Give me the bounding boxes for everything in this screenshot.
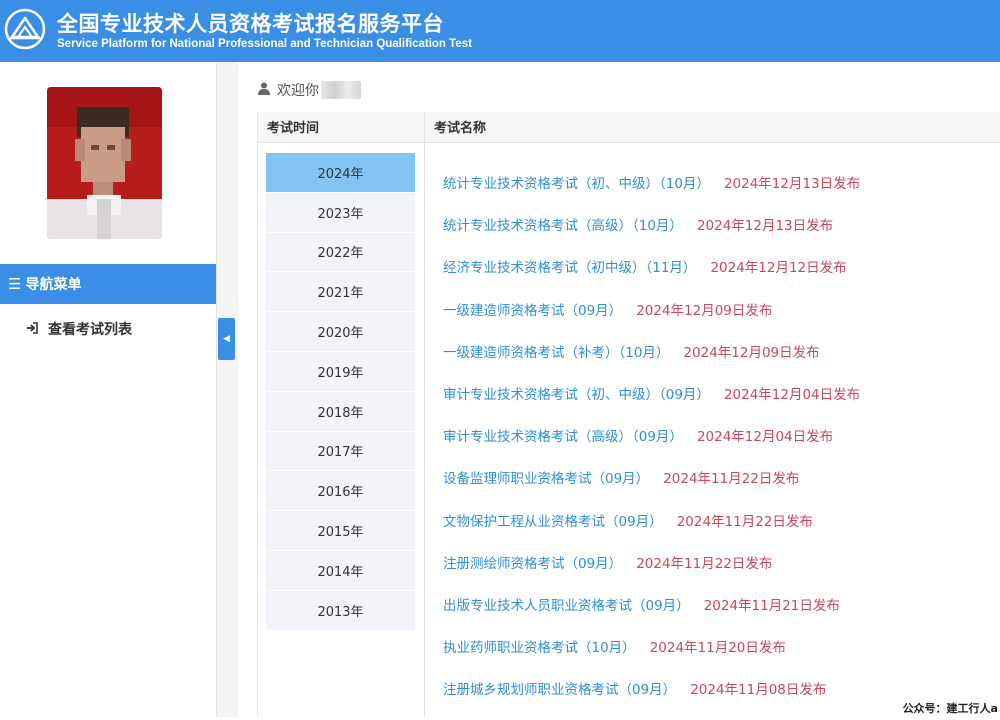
column-header-time: 考试时间: [267, 121, 320, 136]
year-item-2019[interactable]: 2019年: [266, 351, 415, 392]
exam-name-link[interactable]: 审计专业技术资格考试（初、中级）（09月）: [443, 383, 710, 403]
exam-list: 统计专业技术资格考试（初、中级）（10月） 2024年12月13日发布 统计专业技…: [443, 172, 998, 720]
redacted-username: [321, 81, 361, 99]
sidebar-item-label: 查看考试列表: [48, 322, 132, 338]
exam-name-link[interactable]: 经济专业技术资格考试（初中级）（11月）: [443, 256, 696, 276]
year-item-2021[interactable]: 2021年: [266, 272, 415, 313]
avatar: [47, 87, 162, 239]
list-item[interactable]: 经济专业技术资格考试（初中级）（11月） 2024年12月12日发布: [443, 256, 998, 298]
exam-publish-date: 2024年12月09日发布: [636, 302, 773, 319]
sign-in-icon: [26, 321, 38, 337]
welcome-label: 欢迎你: [277, 83, 319, 99]
exam-name-link[interactable]: 注册测绘师资格考试（09月）: [443, 552, 622, 572]
list-item[interactable]: 设备监理师职业资格考试（09月） 2024年11月22日发布: [443, 467, 998, 509]
column-header-name: 考试名称: [434, 121, 487, 136]
welcome-bar: 欢迎你: [258, 80, 361, 100]
exam-publish-date: 2024年12月13日发布: [696, 218, 834, 235]
table-left-border: [257, 112, 258, 717]
exam-publish-date: 2024年11月08日发布: [690, 682, 827, 699]
table-header: 考试时间 考试名称: [258, 112, 1000, 143]
year-item-2018[interactable]: 2018年: [266, 391, 415, 432]
sidebar-item-exam-list[interactable]: 查看考试列表: [26, 317, 132, 341]
exam-publish-date: 2024年12月09日发布: [683, 344, 820, 361]
sidebar-collapse-button[interactable]: ◀: [218, 318, 235, 360]
exam-publish-date: 2024年11月20日发布: [649, 640, 786, 657]
column-divider: [424, 112, 425, 717]
year-item-2013[interactable]: 2013年: [266, 590, 415, 631]
exam-name-link[interactable]: 审计专业技术资格考试（高级）（09月）: [443, 425, 683, 445]
year-item-2014[interactable]: 2014年: [266, 550, 415, 591]
year-item-2022[interactable]: 2022年: [266, 232, 415, 273]
year-item-2023[interactable]: 2023年: [266, 192, 415, 233]
menu-bars-icon: ☰: [8, 275, 22, 293]
list-item[interactable]: 审计专业技术资格考试（初、中级）（09月） 2024年12月04日发布: [443, 383, 998, 425]
exam-publish-date: 2024年11月21日发布: [703, 597, 840, 614]
exam-name-link[interactable]: 一级建造师资格考试（补考）（10月）: [443, 341, 669, 361]
user-icon: [258, 82, 270, 99]
exam-publish-date: 2024年11月22日发布: [676, 513, 813, 530]
year-item-2016[interactable]: 2016年: [266, 471, 415, 512]
list-item[interactable]: 执业药师职业资格考试（10月） 2024年11月20日发布: [443, 636, 998, 678]
exam-publish-date: 2024年12月12日发布: [710, 260, 847, 277]
exam-name-link[interactable]: 执业药师职业资格考试（10月）: [443, 636, 636, 656]
exam-publish-date: 2024年12月13日发布: [723, 176, 861, 192]
list-item[interactable]: 注册测绘师资格考试（09月） 2024年11月22日发布: [443, 552, 998, 594]
year-item-2017[interactable]: 2017年: [266, 431, 415, 472]
list-item[interactable]: 一级建造师资格考试（09月） 2024年12月09日发布: [443, 299, 998, 341]
exam-name-link[interactable]: 文物保护工程从业资格考试（09月）: [443, 510, 663, 530]
caret-left-icon: ◀: [223, 334, 230, 344]
exam-name-link[interactable]: 统计专业技术资格考试（初、中级）（10月）: [443, 172, 710, 192]
exam-publish-date: 2024年11月22日发布: [636, 555, 773, 572]
year-item-2020[interactable]: 2020年: [266, 312, 415, 352]
list-item[interactable]: 统计专业技术资格考试（初、中级）（10月） 2024年12月13日发布: [443, 172, 998, 214]
exam-name-link[interactable]: 出版专业技术人员职业资格考试（09月）: [443, 594, 690, 614]
list-item[interactable]: 审计专业技术资格考试（高级）（09月） 2024年12月04日发布: [443, 425, 998, 467]
nav-menu-header: ☰ 导航菜单: [0, 264, 216, 304]
exam-name-link[interactable]: 统计专业技术资格考试（高级）（10月）: [443, 214, 683, 234]
nav-menu-title: 导航菜单: [25, 277, 82, 293]
top-header: 全国专业技术人员资格考试报名服务平台 Service Platform for …: [0, 0, 1000, 62]
exam-publish-date: 2024年12月04日发布: [723, 386, 861, 403]
list-item[interactable]: 统计专业技术资格考试（高级）（10月） 2024年12月13日发布: [443, 214, 998, 256]
left-sidebar: ☰ 导航菜单 查看考试列表: [0, 62, 217, 717]
sidebar-gutter: [217, 62, 238, 717]
year-item-2024[interactable]: 2024年: [266, 153, 415, 193]
year-list: 2024年 2023年 2022年 2021年 2020年 2019年 2018…: [266, 153, 415, 631]
exam-name-link[interactable]: 设备监理师职业资格考试（09月）: [443, 467, 649, 487]
platform-subtitle: Service Platform for National Profession…: [57, 38, 472, 50]
exam-name-link[interactable]: 注册城乡规划师职业资格考试（09月）: [443, 678, 676, 698]
exam-publish-date: 2024年11月22日发布: [663, 471, 800, 488]
year-item-2015[interactable]: 2015年: [266, 511, 415, 551]
list-item[interactable]: 出版专业技术人员职业资格考试（09月） 2024年11月21日发布: [443, 594, 998, 636]
watermark-text: 公众号：建工行人a: [900, 700, 1000, 716]
exam-publish-date: 2024年12月04日发布: [696, 429, 834, 446]
platform-logo-icon: [4, 8, 46, 50]
exam-name-link[interactable]: 一级建造师资格考试（09月）: [443, 299, 622, 319]
list-item[interactable]: 一级建造师资格考试（补考）（10月） 2024年12月09日发布: [443, 341, 998, 383]
platform-title: 全国专业技术人员资格考试报名服务平台: [57, 12, 444, 36]
list-item[interactable]: 文物保护工程从业资格考试（09月） 2024年11月22日发布: [443, 510, 998, 552]
